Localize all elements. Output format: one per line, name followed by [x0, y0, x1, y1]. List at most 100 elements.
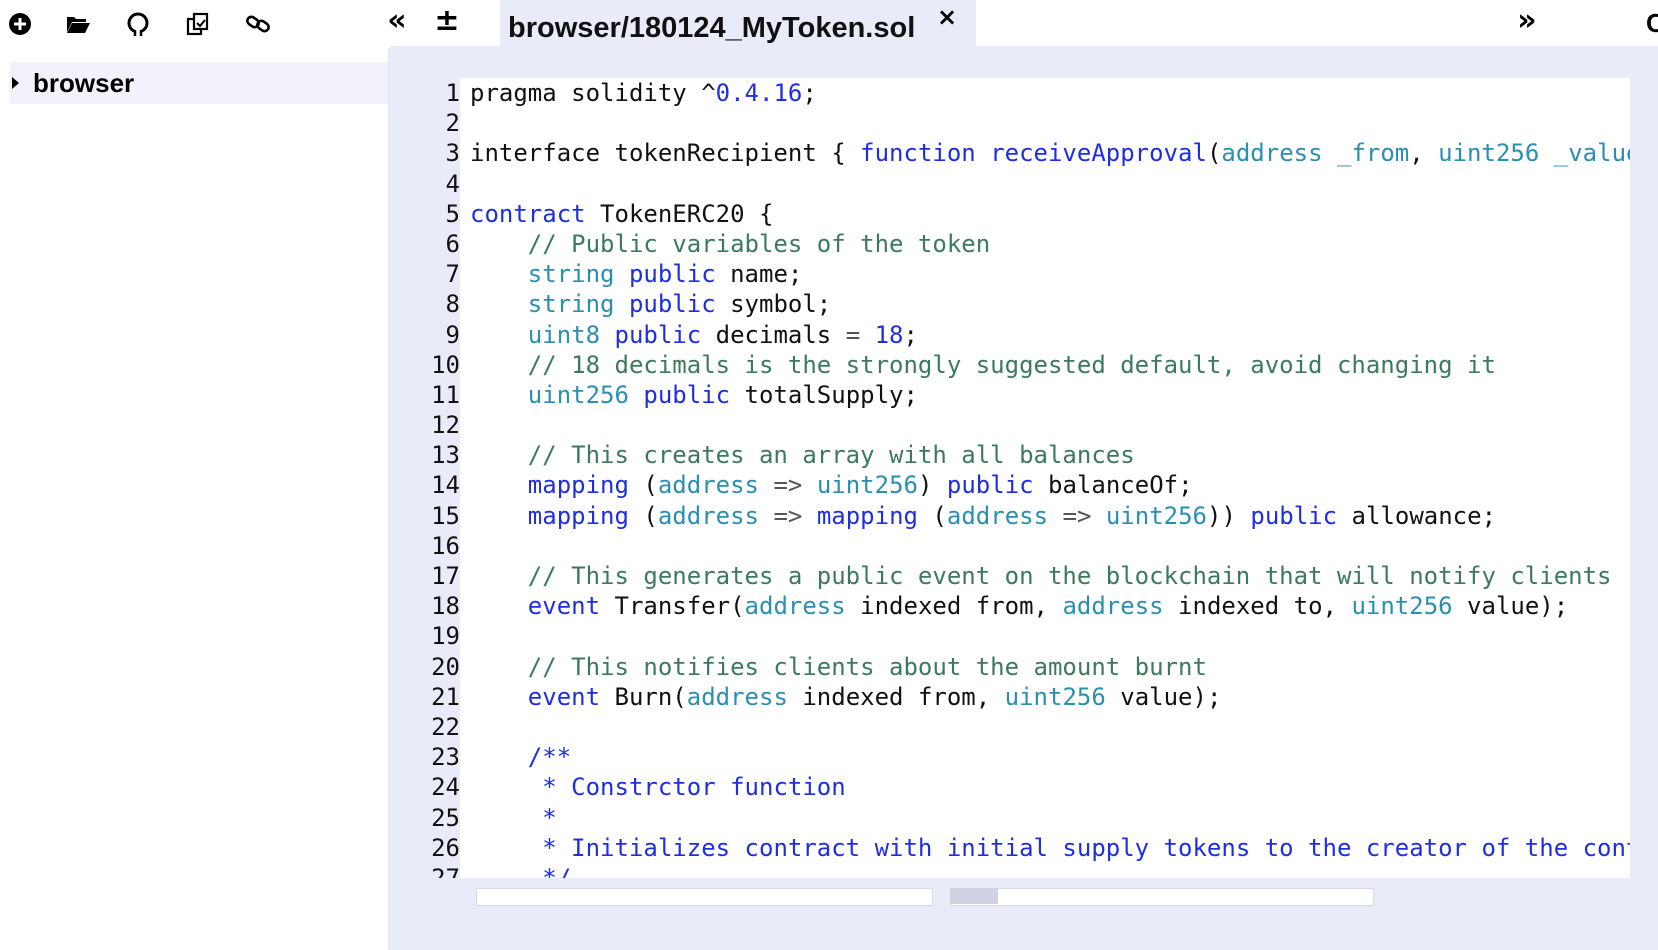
code-token: balanceOf; — [1033, 471, 1193, 500]
link-icon[interactable] — [240, 6, 276, 42]
editor-panel: « ± browser/180124_MyToken.sol × » C 12 3… — [387, 0, 1658, 950]
code-line: // Public variables of the token — [460, 229, 1630, 259]
code-token: public — [643, 380, 731, 409]
code-token: ; — [903, 320, 918, 349]
line-number: 22 — [431, 712, 460, 741]
code-line: // 18 decimals is the strongly suggested… — [460, 350, 1630, 380]
code-token: uint256 — [527, 380, 629, 409]
code-token: pragma solidity ^ — [470, 79, 716, 107]
code-token: mapping — [816, 501, 918, 530]
cut-off-label: C — [1646, 8, 1658, 38]
code-line: * Constrctor function — [460, 772, 1630, 802]
line-number: 19 — [431, 622, 460, 651]
tree-item-label: browser — [33, 67, 135, 98]
line-number: 17 — [431, 562, 460, 590]
code-token: interface tokenRecipient { — [470, 139, 861, 168]
horizontal-scrollbar-thumb[interactable] — [950, 888, 998, 904]
code-token: function — [860, 139, 976, 168]
line-number: 8 — [445, 290, 460, 319]
horizontal-scrollbar-track[interactable] — [950, 888, 1374, 906]
code-line: uint256 public totalSupply; — [460, 380, 1630, 410]
copy-icon[interactable] — [180, 6, 216, 42]
code-token: receiveApproval — [990, 139, 1207, 168]
horizontal-scrollbar-track-left[interactable] — [476, 888, 933, 906]
code-token: ( — [628, 471, 658, 500]
code-editor[interactable]: 1 2 3 4 5 6 7 8 9 10 11 12 13 14 15 16 17 18 19 20 21 22 23 24 2… — [390, 46, 1658, 926]
expand-right-button[interactable]: » — [1510, 4, 1544, 38]
tab-close-icon[interactable]: × — [932, 2, 962, 32]
code-token: uint8 — [527, 320, 601, 349]
tree-item-browser[interactable]: browser — [10, 62, 388, 104]
code-line: // This creates an array with all balanc… — [460, 440, 1630, 470]
code-token: , — [1409, 139, 1439, 168]
code-token: symbol; — [715, 290, 832, 319]
line-number: 24 — [431, 773, 460, 802]
code-token: _from — [1337, 139, 1410, 168]
code-token: // This notifies clients about the amoun… — [527, 652, 1207, 681]
code-token: indexed to, — [1163, 592, 1352, 621]
code-token: public — [628, 290, 716, 319]
line-number: 14 — [431, 471, 460, 500]
code-token: mapping — [527, 501, 629, 530]
line-number: 3 — [445, 139, 460, 168]
code-line: // This notifies clients about the amoun… — [460, 652, 1630, 682]
add-tab-button[interactable]: ± — [430, 4, 464, 38]
code-token: public — [628, 260, 716, 289]
code-token: // This creates an array with all balanc… — [527, 441, 1135, 470]
code-token: value); — [1105, 682, 1222, 711]
code-content[interactable]: pragma solidity ^0.4.16; interface token… — [460, 78, 1630, 883]
tab-active-file[interactable]: browser/180124_MyToken.sol × — [500, 0, 976, 46]
plus-circle-icon[interactable] — [2, 6, 38, 42]
line-number: 13 — [431, 441, 460, 470]
folder-open-icon[interactable] — [60, 6, 96, 42]
line-number: 9 — [445, 320, 460, 349]
code-line: mapping (address => mapping (address => … — [460, 501, 1630, 531]
code-token: 18 — [874, 320, 904, 349]
code-token: public — [946, 471, 1034, 500]
code-token: 0.4.16 — [715, 79, 803, 107]
tab-title: browser/180124_MyToken.sol — [508, 12, 916, 44]
code-token: uint256 — [1351, 592, 1453, 621]
code-token: => — [773, 501, 803, 530]
code-line: contract TokenERC20 { — [460, 199, 1630, 229]
code-token: uint256 — [1105, 501, 1208, 530]
code-token: Transfer( — [600, 592, 745, 621]
code-line: * — [460, 803, 1630, 833]
code-line: event Burn(address indexed from, uint256… — [460, 682, 1630, 712]
code-token: // This generates a public event on the … — [527, 562, 1612, 590]
code-token: string — [527, 260, 615, 289]
line-number: 15 — [431, 501, 460, 530]
code-token: address — [1221, 139, 1323, 168]
caret-right-icon[interactable] — [12, 77, 19, 89]
code-token: indexed from, — [845, 592, 1063, 621]
github-icon[interactable] — [120, 6, 156, 42]
code-line: string public symbol; — [460, 289, 1630, 319]
code-token: TokenERC20 { — [585, 199, 774, 228]
line-number: 26 — [431, 833, 460, 862]
line-number: 18 — [431, 592, 460, 621]
code-line: string public name; — [460, 259, 1630, 289]
collapse-left-button[interactable]: « — [380, 4, 414, 38]
code-token: value); — [1452, 592, 1569, 621]
line-number: 12 — [431, 411, 460, 440]
line-number: 21 — [431, 682, 460, 711]
tabs-bar: « ± browser/180124_MyToken.sol × » C — [387, 0, 1658, 46]
code-token: address — [657, 471, 760, 500]
code-token: event — [527, 592, 601, 621]
code-token: address — [1062, 592, 1164, 621]
